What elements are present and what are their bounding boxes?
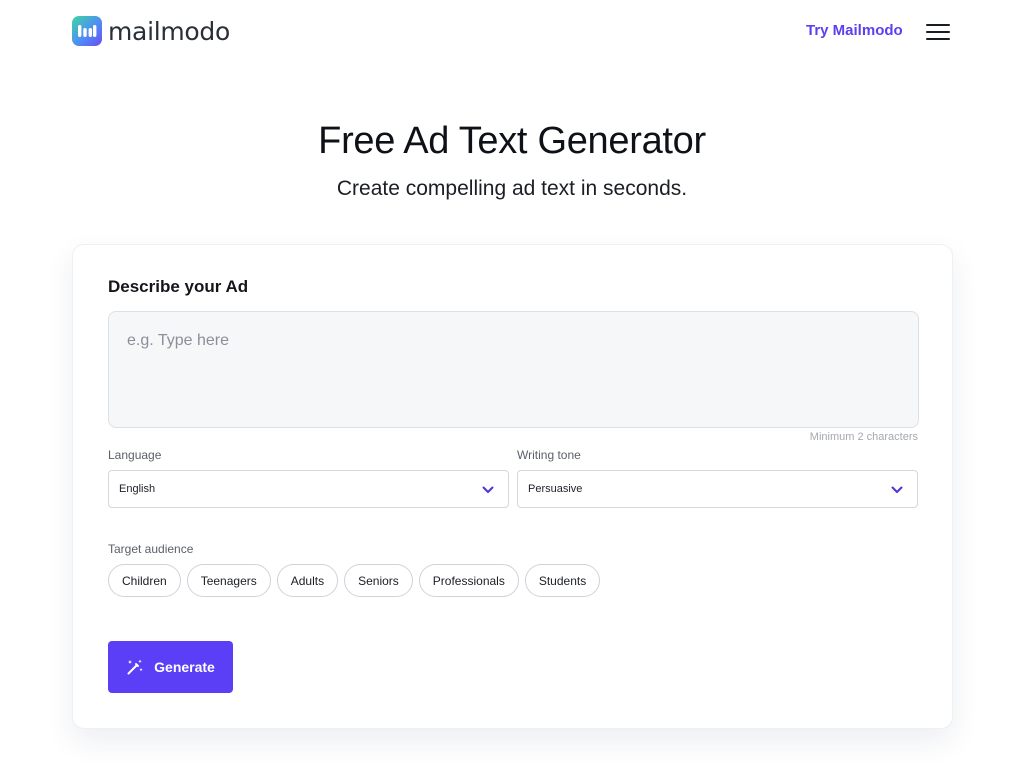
magic-wand-icon bbox=[127, 659, 143, 675]
ad-description-input[interactable] bbox=[108, 311, 919, 428]
page: mailmodo Try Mailmodo Free Ad Text Gener… bbox=[0, 0, 1024, 768]
audience-chip-teenagers[interactable]: Teenagers bbox=[186, 564, 271, 597]
menu-line bbox=[926, 38, 950, 40]
generate-button[interactable]: Generate bbox=[108, 641, 233, 693]
brand-name: mailmodo bbox=[108, 16, 230, 46]
audience-chip-professionals[interactable]: Professionals bbox=[418, 564, 519, 597]
audience-chip-adults[interactable]: Adults bbox=[276, 564, 339, 597]
brand-logo[interactable]: mailmodo bbox=[72, 16, 230, 46]
chevron-down-icon bbox=[482, 486, 494, 493]
audience-chip-students[interactable]: Students bbox=[524, 564, 601, 597]
try-mailmodo-link[interactable]: Try Mailmodo bbox=[806, 22, 903, 39]
audience-chip-seniors[interactable]: Seniors bbox=[344, 564, 413, 597]
ad-generator-form: Describe your Ad Minimum 2 characters La… bbox=[72, 244, 953, 729]
min-characters-hint: Minimum 2 characters bbox=[809, 431, 918, 443]
audience-chip-children[interactable]: Children bbox=[108, 564, 181, 597]
menu-line bbox=[926, 31, 950, 33]
site-header: mailmodo Try Mailmodo bbox=[0, 0, 1024, 64]
writing-tone-select[interactable]: Persuasive bbox=[517, 470, 918, 508]
hamburger-menu-icon[interactable] bbox=[926, 22, 952, 42]
language-value: English bbox=[119, 483, 156, 495]
chevron-down-icon bbox=[891, 486, 903, 493]
page-title: Free Ad Text Generator bbox=[318, 120, 706, 162]
target-audience-chips: Children Teenagers Adults Seniors Profes… bbox=[108, 564, 601, 597]
menu-line bbox=[926, 24, 950, 26]
form-title: Describe your Ad bbox=[108, 277, 249, 296]
writing-tone-value: Persuasive bbox=[528, 483, 583, 495]
generate-label: Generate bbox=[154, 659, 215, 675]
language-select[interactable]: English bbox=[108, 470, 509, 508]
page-subtitle: Create compelling ad text in seconds. bbox=[336, 177, 688, 200]
writing-tone-label: Writing tone bbox=[517, 448, 581, 462]
target-audience-label: Target audience bbox=[108, 542, 194, 556]
mailmodo-logo-icon bbox=[72, 16, 102, 46]
language-label: Language bbox=[108, 448, 162, 462]
